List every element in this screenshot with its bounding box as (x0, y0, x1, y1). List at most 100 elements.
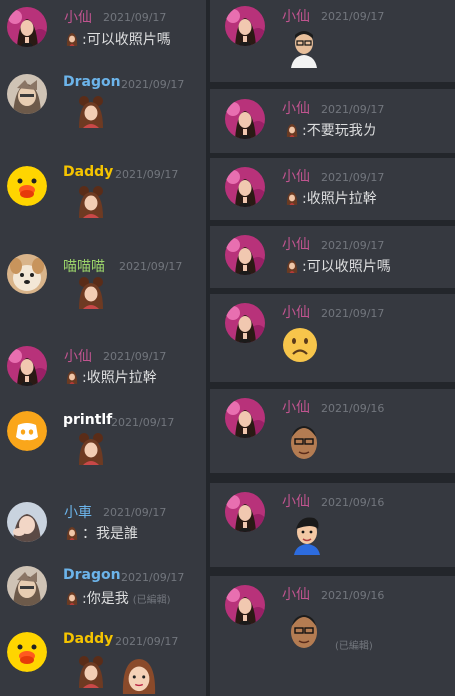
frowning-face-icon (282, 327, 318, 363)
avatar[interactable] (7, 254, 47, 294)
girl-avatar-icon (225, 492, 265, 532)
avatar[interactable] (7, 346, 47, 386)
girl-emoji-icon (66, 32, 78, 46)
timestamp: 2021/09/17 (111, 416, 175, 429)
man-sticker-icon (288, 421, 320, 461)
message: 小仙 2021/09/17 :可以收照片嗎 (210, 226, 455, 288)
author-name[interactable]: 小仙 (282, 98, 310, 118)
girl-emoji-icon (66, 526, 78, 540)
avatar[interactable] (225, 235, 265, 275)
edited-label: (已編輯) (335, 641, 373, 652)
message-content: ：我是誰 (66, 523, 138, 543)
author-name[interactable]: 小仙 (282, 234, 310, 254)
avatar[interactable] (7, 166, 47, 206)
timestamp: 2021/09/17 (321, 171, 385, 184)
avatar[interactable] (7, 632, 47, 672)
avatar[interactable] (225, 6, 265, 46)
avatar[interactable] (225, 585, 265, 625)
girl-avatar-icon (7, 346, 47, 386)
avatar[interactable] (225, 167, 265, 207)
girl-sticker-icon (76, 431, 106, 465)
duck-avatar-icon (7, 166, 47, 206)
girl-emoji-icon (66, 591, 78, 605)
man-sticker-icon (288, 610, 320, 650)
author-name[interactable]: 小仙 (282, 6, 310, 26)
girl-sticker-icon (76, 184, 106, 218)
message: 小仙 2021/09/17 :收照片拉幹 (210, 158, 455, 220)
avatar[interactable] (225, 303, 265, 343)
girl-avatar-icon (225, 235, 265, 275)
girl-sticker-icon (76, 94, 106, 128)
message: 小車 2021/09/17 ：我是誰 (0, 496, 206, 560)
author-name[interactable]: Dragon (63, 567, 121, 583)
message-content: :收照片拉幹 (66, 367, 157, 387)
message-content: :收照片拉幹 (286, 188, 377, 208)
message: 小仙 2021/09/17 (210, 294, 455, 382)
duck-avatar-icon (7, 632, 47, 672)
timestamp: 2021/09/17 (103, 11, 167, 24)
author-name[interactable]: 小仙 (64, 346, 92, 366)
author-name[interactable]: 喵喵喵 (63, 256, 105, 276)
left-chat-column: 小仙 2021/09/17 :可以收照片嗎 Dragon 2021/09/17 … (0, 0, 206, 696)
avatar[interactable] (7, 74, 47, 114)
message-content: :可以收照片嗎 (66, 29, 171, 49)
timestamp: 2021/09/17 (119, 260, 183, 273)
avatar[interactable] (7, 7, 47, 47)
timestamp: 2021/09/17 (103, 350, 167, 363)
avatar[interactable] (225, 492, 265, 532)
message-content: :不要玩我ㄌ (286, 120, 377, 140)
girl-emoji-icon (286, 191, 298, 205)
timestamp: 2021/09/16 (321, 496, 385, 509)
author-name[interactable]: 小仙 (282, 397, 310, 417)
avatar[interactable] (7, 411, 47, 451)
edited-label: (已編輯) (132, 594, 171, 606)
message-content: :可以收照片嗎 (286, 256, 391, 276)
author-name[interactable]: 小仙 (282, 584, 310, 604)
message: 小仙 2021/09/16 (已編輯) (210, 576, 455, 696)
message: Daddy 2021/09/17 (0, 626, 206, 696)
avatar[interactable] (225, 398, 265, 438)
girl-emoji-icon (286, 259, 298, 273)
author-name[interactable]: Daddy (63, 164, 113, 180)
girl-avatar-icon (225, 6, 265, 46)
timestamp: 2021/09/17 (121, 78, 185, 91)
message-content: :你是我 (已編輯) (66, 588, 171, 608)
girl-emoji-icon (286, 123, 298, 137)
discord-avatar-icon (7, 411, 47, 451)
message: Dragon 2021/09/17 :你是我 (已編輯) (0, 560, 206, 626)
author-name[interactable]: Dragon (63, 74, 121, 90)
girl-avatar-icon (225, 99, 265, 139)
author-name[interactable]: Daddy (63, 631, 113, 647)
timestamp: 2021/09/17 (321, 10, 385, 23)
message: 小仙 2021/09/16 (210, 483, 455, 567)
message: 小仙 2021/09/17 (210, 0, 455, 82)
message-text: :你是我 (82, 591, 129, 607)
timestamp: 2021/09/17 (103, 506, 167, 519)
message: 小仙 2021/09/16 (210, 389, 455, 473)
author-name[interactable]: 小車 (64, 502, 92, 522)
dragon-avatar-icon (7, 566, 47, 606)
message: printlf 2021/09/17 (0, 406, 206, 496)
avatar[interactable] (225, 99, 265, 139)
avatar[interactable] (7, 566, 47, 606)
author-name[interactable]: printlf (63, 412, 112, 428)
timestamp: 2021/09/17 (115, 168, 179, 181)
author-name[interactable]: 小仙 (282, 166, 310, 186)
message-text: :收照片拉幹 (82, 370, 157, 386)
author-name[interactable]: 小仙 (64, 7, 92, 27)
author-name[interactable]: 小仙 (282, 302, 310, 322)
avatar[interactable] (7, 502, 47, 542)
author-name[interactable]: 小仙 (282, 491, 310, 511)
girl-avatar-icon (7, 7, 47, 47)
timestamp: 2021/09/16 (321, 589, 385, 602)
timestamp: 2021/09/17 (115, 635, 179, 648)
message: 喵喵喵 2021/09/17 (0, 250, 206, 340)
girl-sticker-icon (76, 275, 106, 309)
timestamp: 2021/09/17 (121, 571, 185, 584)
man-sticker-icon (289, 28, 319, 68)
girl-avatar-icon (7, 502, 47, 542)
message-text: :可以收照片嗎 (82, 32, 171, 48)
girl-avatar-icon (225, 303, 265, 343)
girl-sticker-icon (76, 654, 106, 688)
message-text: :可以收照片嗎 (302, 259, 391, 275)
